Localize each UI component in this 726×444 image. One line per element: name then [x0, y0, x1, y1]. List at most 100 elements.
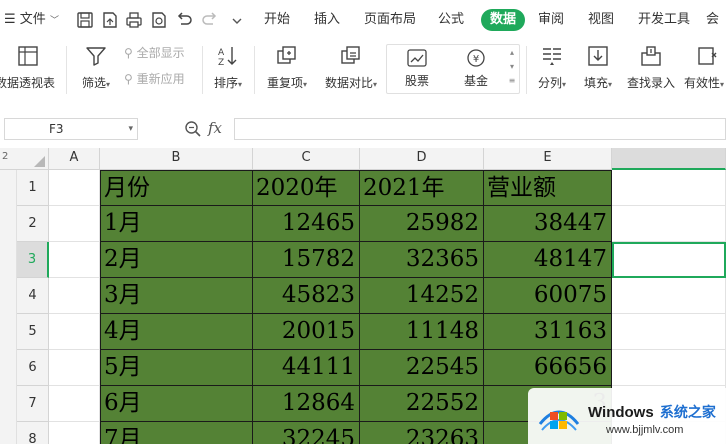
data-validation-icon [698, 47, 717, 65]
row-header[interactable]: 6 [17, 350, 49, 386]
yen-coin-icon: ¥ [467, 49, 485, 67]
table-cell-2020[interactable]: 12465 [253, 206, 360, 242]
grid-cell[interactable] [49, 242, 100, 278]
grid-cell[interactable] [612, 314, 726, 350]
table-cell-2021[interactable]: 25982 [360, 206, 484, 242]
print-icon[interactable] [125, 10, 143, 30]
table-cell-2021[interactable]: 22545 [360, 350, 484, 386]
redo-icon[interactable] [201, 10, 219, 30]
grid-cell[interactable] [612, 206, 726, 242]
grid-cell[interactable] [49, 206, 100, 242]
data-validation-button[interactable]: 有效性▾ [684, 44, 726, 92]
column-header-f[interactable] [612, 148, 726, 170]
compare-button[interactable]: 数据对比▾ [320, 44, 382, 92]
table-cell-month[interactable]: 7月 [100, 422, 253, 444]
row-header[interactable]: 2 [17, 206, 49, 242]
tab-home[interactable]: 开始 [264, 9, 290, 31]
row-header-selected[interactable]: 3 [17, 242, 49, 278]
tab-view[interactable]: 视图 [588, 9, 614, 31]
table-cell-month[interactable]: 3月 [100, 278, 253, 314]
selected-cell-f3[interactable] [612, 242, 726, 278]
table-cell-revenue[interactable]: 60075 [484, 278, 612, 314]
insert-function-icon[interactable]: fx [208, 119, 222, 137]
table-cell-2020[interactable]: 15782 [253, 242, 360, 278]
table-cell-2020[interactable]: 45823 [253, 278, 360, 314]
quick-access-dropdown-icon[interactable] [228, 10, 246, 30]
show-all-button[interactable]: ⚲ 全部显示 [124, 46, 196, 60]
table-header-month[interactable]: 月份 [100, 170, 253, 206]
split-label: 分列 [537, 76, 562, 90]
table-cell-2020[interactable]: 12864 [253, 386, 360, 422]
select-all-corner[interactable]: 2 [0, 148, 49, 170]
tab-formulas[interactable]: 公式 [438, 9, 464, 31]
grid-cell[interactable] [49, 314, 100, 350]
column-header-d[interactable]: D [360, 148, 484, 170]
grid-cell[interactable] [612, 350, 726, 386]
table-cell-2020[interactable]: 20015 [253, 314, 360, 350]
grid-cell[interactable] [49, 386, 100, 422]
grid-cell[interactable] [49, 170, 100, 206]
table-cell-2021[interactable]: 32365 [360, 242, 484, 278]
tab-insert[interactable]: 插入 [314, 9, 340, 31]
column-header-c[interactable]: C [253, 148, 360, 170]
table-cell-2021[interactable]: 23263 [360, 422, 484, 444]
table-cell-2020[interactable]: 32245 [253, 422, 360, 444]
gallery-scroll-buttons[interactable]: ▴ ▾ ≡ [506, 46, 518, 88]
column-header-b[interactable]: B [100, 148, 253, 170]
fund-button[interactable]: ¥ 基金 [455, 48, 497, 88]
grid-cell[interactable] [49, 350, 100, 386]
stock-button[interactable]: 股票 [396, 48, 438, 88]
lookup-entry-button[interactable]: 查找录入 [624, 44, 678, 90]
sort-button[interactable]: AZ 排序▾ [208, 44, 248, 92]
export-pdf-icon[interactable] [101, 10, 119, 30]
duplicates-button[interactable]: 重复项▾ [262, 44, 312, 92]
table-cell-month[interactable]: 6月 [100, 386, 253, 422]
table-header-2020[interactable]: 2020年 [253, 170, 360, 206]
site-watermark: Windows 系统之家 www.bjjmlv.com [528, 388, 726, 444]
table-cell-revenue[interactable]: 38447 [484, 206, 612, 242]
grid-cell[interactable] [612, 170, 726, 206]
row-header[interactable]: 5 [17, 314, 49, 350]
pivot-table-button[interactable]: 数据透视表 [0, 44, 58, 90]
table-cell-revenue[interactable]: 48147 [484, 242, 612, 278]
table-cell-month[interactable]: 4月 [100, 314, 253, 350]
column-header-e[interactable]: E [484, 148, 612, 170]
table-cell-2020[interactable]: 44111 [253, 350, 360, 386]
row-header[interactable]: 1 [17, 170, 49, 206]
table-cell-2021[interactable]: 11148 [360, 314, 484, 350]
row-header[interactable]: 8 [17, 422, 49, 444]
tab-page-layout[interactable]: 页面布局 [364, 9, 416, 31]
save-icon[interactable] [76, 10, 94, 30]
grid-cell[interactable] [49, 422, 100, 444]
ribbon-divider [526, 46, 527, 94]
tab-developer[interactable]: 开发工具 [638, 9, 690, 31]
zoom-function-icon[interactable] [184, 120, 202, 138]
filter-button[interactable]: 筛选▾ [74, 44, 118, 92]
table-header-2021[interactable]: 2021年 [360, 170, 484, 206]
menu-bar: ☰ 文件 ﹀ 开始 插入 页面布局 公式 数据 审阅 视图 开发工具 会 [0, 0, 726, 40]
row-header[interactable]: 4 [17, 278, 49, 314]
column-header-a[interactable]: A [49, 148, 100, 170]
text-to-columns-button[interactable]: 分列▾ [532, 44, 572, 92]
name-box[interactable]: F3 ▾ [4, 118, 138, 140]
tab-data[interactable]: 数据 [481, 9, 526, 31]
reapply-button[interactable]: ⚲ 重新应用 [124, 72, 196, 86]
table-cell-revenue[interactable]: 31163 [484, 314, 612, 350]
grid-cell[interactable] [612, 278, 726, 314]
table-cell-2021[interactable]: 22552 [360, 386, 484, 422]
table-cell-revenue[interactable]: 66656 [484, 350, 612, 386]
table-cell-2021[interactable]: 14252 [360, 278, 484, 314]
grid-cell[interactable] [49, 278, 100, 314]
row-header[interactable]: 7 [17, 386, 49, 422]
formula-input[interactable] [234, 118, 726, 140]
table-cell-month[interactable]: 2月 [100, 242, 253, 278]
tab-review[interactable]: 审阅 [538, 9, 564, 31]
table-cell-month[interactable]: 5月 [100, 350, 253, 386]
table-header-revenue[interactable]: 营业额 [484, 170, 612, 206]
file-menu[interactable]: ☰ 文件 ﹀ [4, 9, 59, 32]
undo-icon[interactable] [175, 10, 193, 30]
table-cell-month[interactable]: 1月 [100, 206, 253, 242]
fill-button[interactable]: 填充▾ [578, 44, 618, 92]
print-preview-icon[interactable] [150, 10, 168, 30]
tab-member[interactable]: 会 [706, 9, 719, 31]
